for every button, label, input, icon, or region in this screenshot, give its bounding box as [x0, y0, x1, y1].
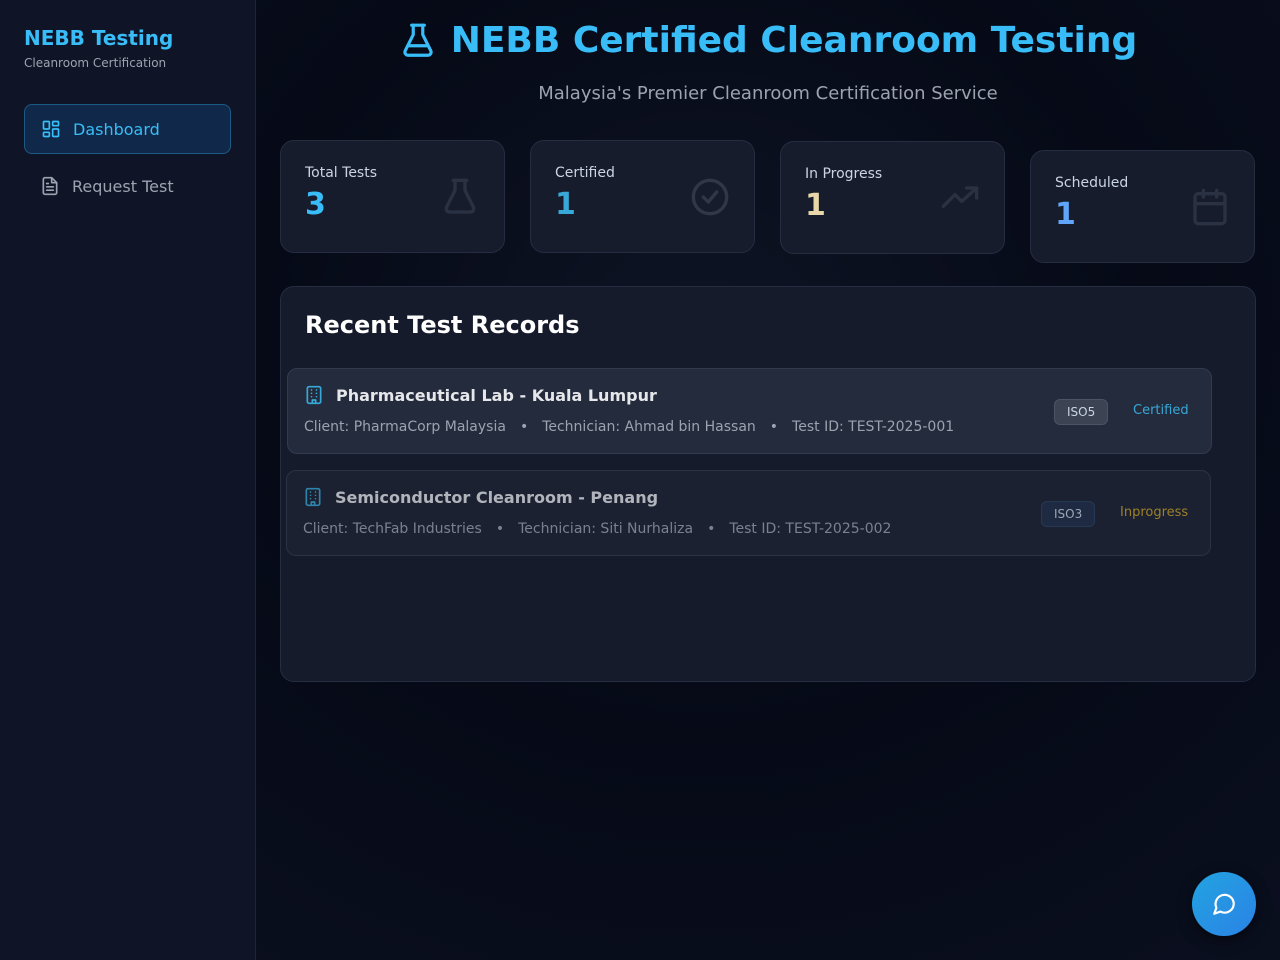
sidebar: NEBB Testing Cleanroom Certification Das…	[0, 0, 256, 960]
record-name: Semiconductor Cleanroom - Penang	[335, 487, 659, 507]
building-icon	[305, 487, 321, 507]
page-title: NEBB Certified Cleanroom Testing	[256, 20, 1280, 61]
check-circle-icon	[691, 178, 729, 216]
record-test-id: Test ID: TEST-2025-001	[792, 419, 955, 435]
record-client: Client: PharmaCorp Malaysia	[304, 419, 506, 435]
stat-card-scheduled: Scheduled 1	[1030, 150, 1255, 263]
record-title: Semiconductor Cleanroom - Penang	[303, 487, 658, 507]
record-technician: Technician: Ahmad bin Hassan	[542, 419, 756, 435]
record-technician: Technician: Siti Nurhaliza	[518, 521, 694, 537]
dashboard-icon	[42, 120, 60, 138]
sidebar-item-label: Request Test	[72, 176, 174, 196]
record-title: Pharmaceutical Lab - Kuala Lumpur	[304, 385, 657, 405]
record-client: Client: TechFab Industries	[303, 521, 482, 537]
record-meta: Client: TechFab Industries • Technician: S…	[303, 521, 892, 537]
page-subtitle: Malaysia's Premier Cleanroom Certificati…	[538, 83, 998, 104]
document-icon	[42, 176, 58, 196]
record-meta: Client: PharmaCorp Malaysia • Technician: …	[304, 419, 955, 435]
status-badge: Certified	[1133, 403, 1189, 418]
building-icon	[306, 385, 322, 405]
brand-subtitle: Cleanroom Certification	[24, 56, 167, 70]
sidebar-item-dashboard[interactable]: Dashboard	[24, 104, 231, 154]
record-test-id: Test ID: TEST-2025-002	[729, 521, 892, 537]
page-title-text: NEBB Certified Cleanroom Testing	[450, 20, 1138, 61]
stat-card-in-progress: In Progress 1	[780, 141, 1005, 254]
sidebar-item-request-test[interactable]: Request Test	[24, 161, 231, 211]
calendar-icon	[1193, 188, 1227, 226]
trending-up-icon	[941, 186, 979, 208]
chat-button[interactable]	[1192, 872, 1256, 936]
main-content: NEBB Certified Cleanroom Testing Malaysi…	[256, 0, 1280, 960]
flask-icon	[403, 23, 433, 57]
record-item[interactable]: Pharmaceutical Lab - Kuala Lumpur Client…	[287, 368, 1212, 454]
brand-title: NEBB Testing	[24, 26, 174, 50]
chat-bubble-icon	[1213, 893, 1235, 915]
section-title: Recent Test Records	[305, 311, 580, 339]
flask-icon	[444, 178, 476, 214]
record-item[interactable]: Semiconductor Cleanroom - Penang Client:…	[286, 470, 1211, 556]
stat-card-total-tests: Total Tests 3	[280, 140, 505, 253]
stat-card-certified: Certified 1	[530, 140, 755, 253]
iso-badge: ISO3	[1041, 501, 1096, 527]
status-badge: Inprogress	[1120, 505, 1189, 520]
iso-badge: ISO5	[1054, 399, 1109, 425]
sidebar-item-label: Dashboard	[73, 119, 160, 139]
record-name: Pharmaceutical Lab - Kuala Lumpur	[336, 385, 657, 405]
recent-test-records: Recent Test Records Pharmaceutical Lab -…	[280, 286, 1256, 682]
